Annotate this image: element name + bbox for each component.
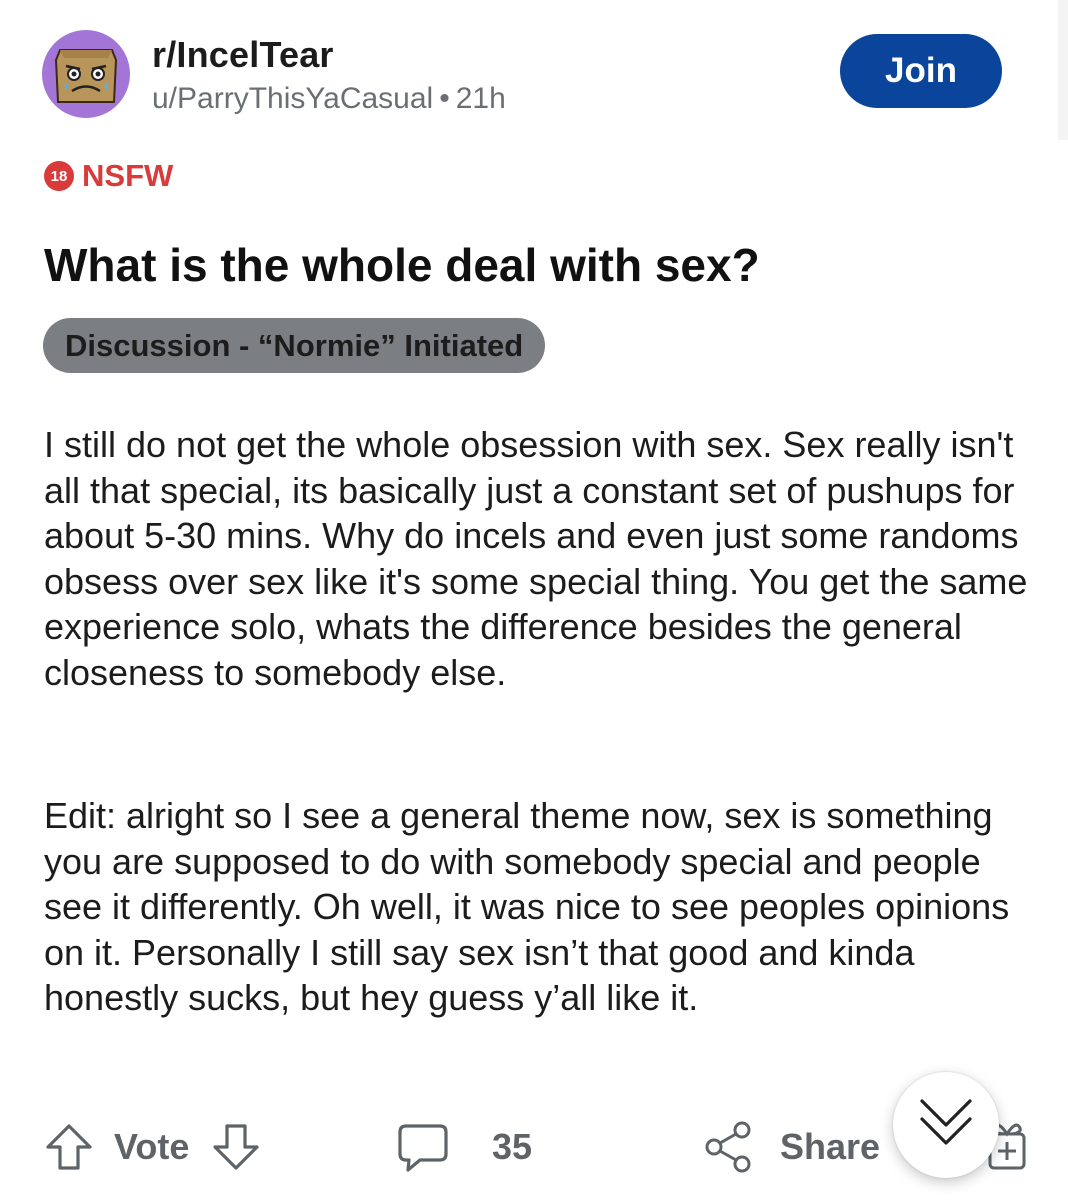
post-age: 21h [455, 82, 506, 115]
subreddit-name[interactable]: r/IncelTear [152, 34, 334, 76]
post-body-paragraph: Edit: alright so I see a general theme n… [44, 795, 1010, 1018]
post-header: r/IncelTear u/ParryThisYaCasual • 21h Join [42, 30, 1022, 120]
post-flair[interactable]: Discussion - “Normie” Initiated [43, 318, 546, 373]
share-button[interactable]: Share [704, 1112, 880, 1182]
double-chevron-down-icon [916, 1095, 976, 1156]
paper-bag-face-icon [54, 49, 118, 103]
arrow-up-icon[interactable] [44, 1122, 94, 1172]
post-body-paragraph: I still do not get the whole obsession w… [44, 424, 1028, 693]
share-nodes-icon [704, 1120, 754, 1174]
right-edge-strip [1058, 0, 1068, 140]
subreddit-avatar[interactable] [42, 30, 130, 118]
nsfw-18-badge: 18 [44, 161, 74, 191]
comments-button[interactable]: 35 [396, 1112, 532, 1182]
share-label: Share [780, 1126, 881, 1167]
post-action-bar: Vote 35 Share [44, 1112, 1034, 1182]
comment-count: 35 [492, 1126, 533, 1167]
join-button[interactable]: Join [840, 34, 1002, 108]
vote-label: Vote [114, 1126, 190, 1167]
scroll-next-button[interactable] [893, 1072, 999, 1178]
nsfw-label: NSFW [82, 158, 174, 193]
comment-bubble-icon [396, 1120, 450, 1174]
post-meta: u/ParryThisYaCasual • 21h [152, 82, 506, 116]
arrow-down-icon[interactable] [211, 1122, 261, 1172]
post-title: What is the whole deal with sex? [44, 239, 760, 291]
nsfw-tag: 18 NSFW [44, 158, 173, 194]
meta-separator: • [439, 82, 450, 115]
author-name[interactable]: u/ParryThisYaCasual [152, 82, 433, 115]
vote-control: Vote [44, 1112, 261, 1182]
